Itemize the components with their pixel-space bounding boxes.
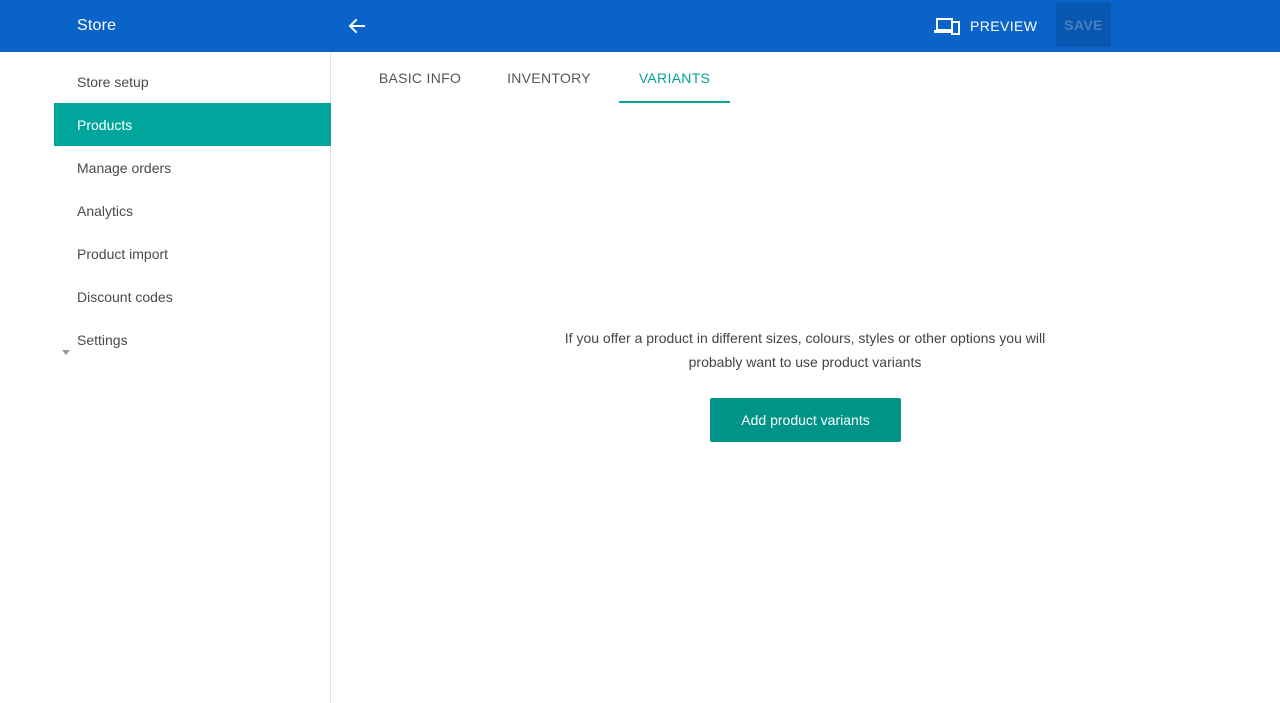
sidebar-item-label: Manage orders [77, 159, 172, 176]
caret-down-icon [62, 349, 70, 355]
message-line-1: If you offer a product in different size… [564, 330, 1046, 346]
preview-label: PREVIEW [970, 18, 1038, 34]
sidebar-nav: Store setup Products Manage orders Analy… [0, 52, 331, 703]
tab-variants[interactable]: VARIANTS [619, 52, 730, 104]
sidebar-item-manage-orders[interactable]: Manage orders [54, 146, 331, 189]
sidebar-item-products[interactable]: Products [54, 103, 331, 146]
devices-icon [934, 18, 960, 35]
sidebar-item-analytics[interactable]: Analytics [54, 189, 331, 232]
app-title: Store [77, 17, 117, 34]
sidebar-item-label: Store setup [77, 73, 149, 90]
sidebar-item-label: Product import [77, 245, 169, 262]
empty-state-message: If you offer a product in different size… [540, 326, 1070, 374]
tab-bar: BASIC INFO INVENTORY VARIANTS [331, 52, 1280, 104]
sidebar-item-label: Settings [62, 331, 128, 355]
arrow-left-icon [348, 18, 365, 34]
active-tab-indicator [619, 101, 730, 103]
sidebar-item-label: Products [77, 116, 133, 133]
add-product-variants-button[interactable]: Add product variants [710, 398, 901, 442]
sidebar-item-store-setup[interactable]: Store setup [54, 60, 331, 103]
top-app-bar: Store PREVIEW SAVE [0, 0, 1280, 52]
back-button[interactable] [344, 13, 370, 39]
message-line-2: probably want to use product variants [688, 354, 922, 370]
sidebar-item-label: Analytics [77, 202, 134, 219]
tab-inventory[interactable]: INVENTORY [499, 52, 599, 104]
preview-button[interactable]: PREVIEW [928, 10, 1043, 42]
sidebar-item-discount-codes[interactable]: Discount codes [54, 275, 331, 318]
sidebar-item-product-import[interactable]: Product import [54, 232, 331, 275]
sidebar-item-settings[interactable]: Settings [54, 318, 331, 361]
tab-basic-info[interactable]: BASIC INFO [371, 52, 469, 104]
save-button[interactable]: SAVE [1056, 3, 1111, 47]
sidebar-item-label: Discount codes [77, 288, 173, 305]
sidebar-item-text: Settings [77, 331, 128, 348]
